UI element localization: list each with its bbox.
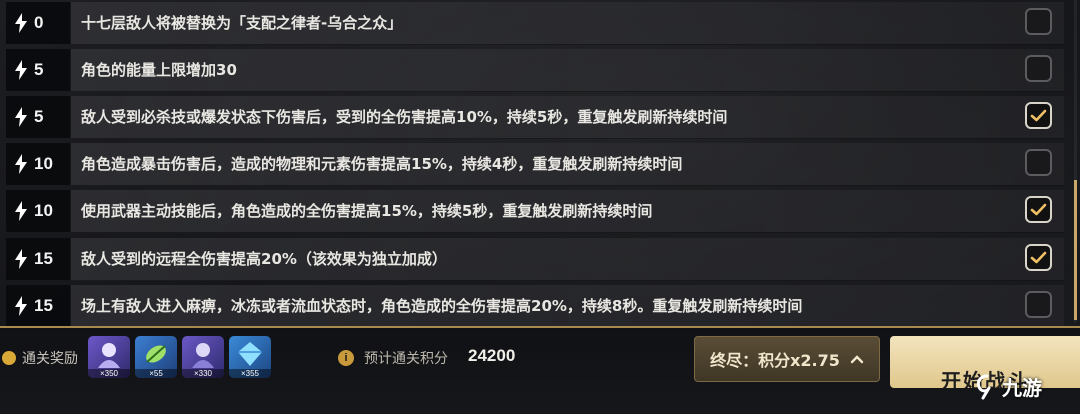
lightning-icon [15,296,27,316]
mode-button[interactable]: 终尽：积分x2.75 [694,336,880,382]
buff-checkbox[interactable] [1025,196,1052,223]
buff-description: 角色的能量上限增加30 [71,48,1064,92]
check-icon [1030,203,1047,215]
reward-item[interactable]: ×355 [229,336,271,378]
cost-value: 5 [34,107,44,126]
lightning-icon [15,60,27,80]
character-icon [192,343,214,368]
score-label: i 预计通关积分 [338,348,448,368]
item-quantity: ×330 [182,369,224,378]
item-quantity: ×350 [88,369,130,378]
score-value: 24200 [468,346,516,365]
cost-value: 15 [34,249,53,268]
buff-checkbox[interactable] [1025,291,1052,318]
reward-item[interactable]: ×55 [135,336,177,378]
lightning-icon [15,201,27,221]
cost-cell: 5 [6,49,71,91]
jiuyou-logo-icon [976,374,991,399]
buff-row[interactable]: 15 场上有敌人进入麻痹，冰冻或者流血状态时，角色造成的全伤害提高20%，持续8… [6,284,1064,328]
cost-cell: 10 [6,190,71,232]
reward-items: ×350 ×55 ×330 ×355 [88,336,271,378]
cost-value: 0 [34,13,44,32]
buff-checkbox[interactable] [1025,244,1052,271]
cost-cell: 0 [6,2,71,44]
item-quantity: ×55 [135,369,177,378]
cost-cell: 15 [6,238,71,280]
cost-cell: 15 [6,285,71,327]
reward-label: 通关奖励 [2,348,78,368]
lightning-icon [15,107,27,127]
reward-dot-icon [2,351,16,365]
buff-row[interactable]: 10 使用武器主动技能后，角色造成的全伤害提高15%，持续5秒，重复触发刷新持续… [6,189,1064,233]
leaf-crystal-icon [146,345,166,363]
watermark: 九游 [974,372,1042,401]
buff-description: 敌人受到的远程全伤害提高20%（该效果为独立加成） [71,237,1064,281]
bottom-bar: 通关奖励 ×350 ×55 ×330 ×355 i 预计通关积分 24200 终… [0,326,1080,414]
reward-item[interactable]: ×350 [88,336,130,378]
lightning-icon [15,249,27,269]
buff-description: 使用武器主动技能后，角色造成的全伤害提高15%，持续5秒，重复触发刷新持续时间 [71,189,1064,233]
cost-value: 15 [34,296,53,315]
reward-item[interactable]: ×330 [182,336,224,378]
check-icon [1030,109,1047,121]
buff-description: 场上有敌人进入麻痹，冰冻或者流血状态时，角色造成的全伤害提高20%，持续8秒。重… [71,284,1064,328]
buff-description: 敌人受到必杀技或爆发状态下伤害后，受到的全伤害提高10%，持续5秒，重复触发刷新… [71,95,1064,139]
cost-value: 5 [34,60,44,79]
buff-checkbox[interactable] [1025,102,1052,129]
buff-checkbox[interactable] [1025,55,1052,82]
chevron-up-icon [850,355,864,364]
buff-description: 角色造成暴击伤害后，造成的物理和元素伤害提高15%，持续4秒，重复触发刷新持续时… [71,142,1064,186]
scrollbar-thumb[interactable] [1074,180,1077,320]
lightning-icon [15,154,27,174]
watermark-text: 九游 [1002,376,1042,400]
cost-cell: 10 [6,143,71,185]
reward-label-text: 通关奖励 [22,351,78,367]
info-icon[interactable]: i [338,350,354,366]
buff-row[interactable]: 10 角色造成暴击伤害后，造成的物理和元素伤害提高15%，持续4秒，重复触发刷新… [6,142,1064,186]
buff-row[interactable]: 0 十七层敌人将被替换为「支配之律者-乌合之众」 [6,1,1064,45]
buff-row[interactable]: 15 敌人受到的远程全伤害提高20%（该效果为独立加成） [6,237,1064,281]
buff-checkbox[interactable] [1025,149,1052,176]
cost-cell: 5 [6,96,71,138]
check-icon [1030,251,1047,263]
buff-checkbox[interactable] [1025,8,1052,35]
crystal-icon [238,342,262,366]
cost-value: 10 [34,201,53,220]
cost-value: 10 [34,154,53,173]
buff-row[interactable]: 5 敌人受到必杀技或爆发状态下伤害后，受到的全伤害提高10%，持续5秒，重复触发… [6,95,1064,139]
buff-row[interactable]: 5 角色的能量上限增加30 [6,48,1064,92]
lightning-icon [15,13,27,33]
mode-button-label: 终尽：积分x2.75 [710,351,840,370]
buff-description: 十七层敌人将被替换为「支配之律者-乌合之众」 [71,1,1064,45]
character-icon [98,343,120,368]
score-label-text: 预计通关积分 [364,351,448,367]
item-quantity: ×355 [229,369,271,378]
